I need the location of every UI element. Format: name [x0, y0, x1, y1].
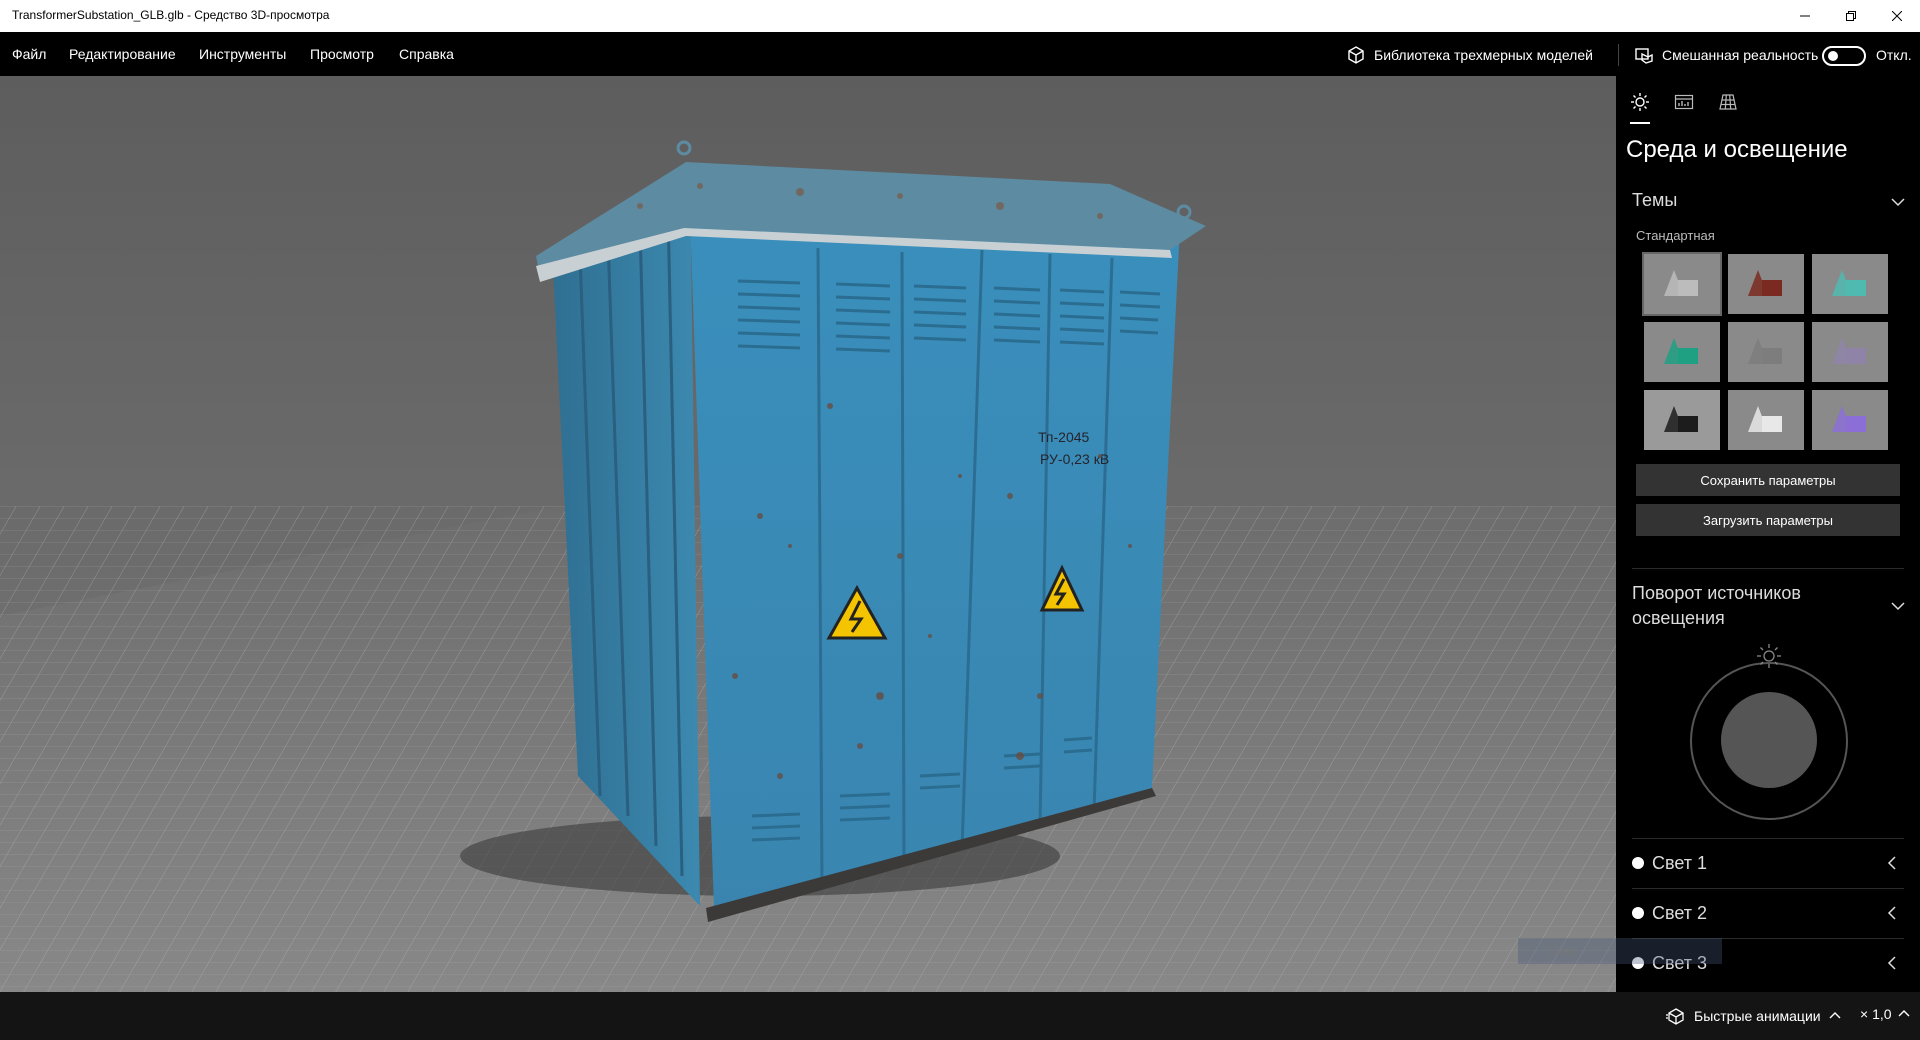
- animation-icon: [1666, 1008, 1684, 1025]
- chevron-down-icon[interactable]: [1890, 598, 1906, 614]
- light-2-label: Свет 2: [1652, 903, 1708, 923]
- restore-button[interactable]: [1828, 0, 1874, 32]
- transformer-model: Тп-2045 РУ-0,23 кВ: [536, 140, 1206, 922]
- 3d-library-label: Библиотека трехмерных моделей: [1374, 47, 1593, 63]
- theme-preview-icon: [1728, 390, 1804, 450]
- light-1-label: Свет 1: [1652, 853, 1708, 873]
- playback-speed-button[interactable]: × 1,0: [1860, 1006, 1910, 1022]
- chevron-left-icon: [1887, 906, 1896, 920]
- model-label-line1: Тп-2045: [1038, 429, 1090, 445]
- theme-thumbnail[interactable]: [1810, 388, 1890, 452]
- chevron-up-icon: [1898, 1010, 1910, 1017]
- theme-thumbnail[interactable]: [1642, 252, 1722, 316]
- minimize-button[interactable]: [1782, 0, 1828, 32]
- light-rotation-header[interactable]: Поворот источников освещения: [1632, 581, 1862, 631]
- minimize-icon: [1800, 15, 1810, 17]
- cube-icon: [1348, 46, 1364, 64]
- light-1-indicator: [1632, 857, 1644, 869]
- chevron-up-icon: [1829, 1012, 1841, 1019]
- chevron-down-icon[interactable]: [1890, 194, 1906, 210]
- theme-thumbnail[interactable]: [1726, 252, 1806, 316]
- faded-tooltip: Окно: [1518, 938, 1722, 964]
- mixed-reality-icon: [1635, 48, 1653, 64]
- save-settings-button[interactable]: Сохранить параметры: [1636, 464, 1900, 496]
- themes-section-header[interactable]: Темы: [1632, 190, 1677, 211]
- toggle-knob: [1828, 51, 1838, 61]
- menu-help[interactable]: Справка: [399, 46, 454, 62]
- grid-icon: [1719, 94, 1737, 110]
- menu-tools[interactable]: Инструменты: [199, 46, 286, 62]
- 3d-viewport[interactable]: Тп-2045 РУ-0,23 кВ: [0, 76, 1616, 992]
- light-2-indicator: [1632, 907, 1644, 919]
- tab-stats-shading[interactable]: [1670, 88, 1698, 116]
- title-bar: TransformerSubstation_GLB.glb - Средство…: [0, 0, 1920, 32]
- model-label-line2: РУ-0,23 кВ: [1040, 451, 1109, 467]
- mixed-reality-label: Смешанная реальность: [1662, 47, 1819, 63]
- playback-speed-label: × 1,0: [1860, 1006, 1892, 1022]
- panel-title: Среда и освещение: [1626, 136, 1848, 163]
- theme-preview-icon: [1728, 254, 1804, 314]
- tab-environment-lighting[interactable]: [1626, 88, 1654, 124]
- light-2-row[interactable]: Свет 2: [1632, 888, 1904, 938]
- 3d-library-button[interactable]: Библиотека трехмерных моделей: [1346, 44, 1593, 66]
- light-position-sun-icon[interactable]: [1757, 644, 1781, 668]
- load-settings-button[interactable]: Загрузить параметры: [1636, 504, 1900, 536]
- theme-thumbnail[interactable]: [1642, 388, 1722, 452]
- light-rotation-sphere[interactable]: [1721, 692, 1817, 788]
- section-divider: [1632, 568, 1904, 569]
- mixed-reality-toggle[interactable]: [1822, 46, 1866, 66]
- theme-thumbnail[interactable]: [1810, 320, 1890, 384]
- menu-divider: [1618, 44, 1619, 66]
- theme-preview-icon: [1812, 254, 1888, 314]
- stats-icon: [1674, 94, 1694, 110]
- close-icon: [1892, 11, 1902, 21]
- theme-preview-icon: [1644, 390, 1720, 450]
- close-button[interactable]: [1874, 0, 1920, 32]
- chevron-left-icon: [1887, 856, 1896, 870]
- themes-grid: [1642, 252, 1890, 452]
- menu-edit[interactable]: Редактирование: [69, 46, 176, 62]
- lifting-eye: [676, 140, 692, 156]
- mixed-reality-state: Откл.: [1876, 47, 1912, 63]
- theme-thumbnail[interactable]: [1642, 320, 1722, 384]
- menu-view[interactable]: Просмотр: [310, 46, 374, 62]
- quick-animations-label: Быстрые анимации: [1694, 1008, 1821, 1024]
- theme-thumbnail[interactable]: [1810, 252, 1890, 316]
- restore-icon: [1846, 11, 1856, 21]
- menu-file[interactable]: Файл: [12, 46, 46, 62]
- themes-subtitle: Стандартная: [1636, 228, 1715, 243]
- theme-preview-icon: [1644, 322, 1720, 382]
- theme-preview-icon: [1812, 390, 1888, 450]
- theme-preview-icon: [1644, 254, 1720, 314]
- tab-grid-view[interactable]: [1714, 88, 1742, 116]
- light-1-row[interactable]: Свет 1: [1632, 838, 1904, 888]
- theme-preview-icon: [1812, 322, 1888, 382]
- sun-icon: [1631, 93, 1649, 111]
- theme-thumbnail[interactable]: [1726, 320, 1806, 384]
- mixed-reality-button[interactable]: Смешанная реальность: [1634, 44, 1818, 66]
- lifting-eye-right: [1176, 204, 1192, 220]
- bottom-bar: Быстрые анимации × 1,0: [0, 992, 1920, 1040]
- quick-animations-button[interactable]: Быстрые анимации: [1666, 1006, 1849, 1026]
- scene: Тп-2045 РУ-0,23 кВ: [0, 140, 1616, 992]
- menu-bar: Файл Редактирование Инструменты Просмотр…: [0, 32, 1920, 76]
- side-panel: Среда и освещение Темы Стандартная Сохра…: [1616, 76, 1920, 992]
- theme-preview-icon: [1728, 322, 1804, 382]
- chevron-left-icon: [1887, 956, 1896, 970]
- window-title: TransformerSubstation_GLB.glb - Средство…: [12, 8, 330, 22]
- theme-thumbnail[interactable]: [1726, 388, 1806, 452]
